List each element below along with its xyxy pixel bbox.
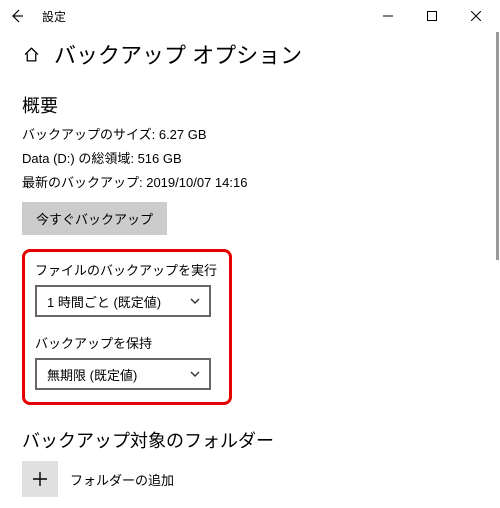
minimize-button[interactable] <box>366 1 410 31</box>
close-icon <box>471 11 481 21</box>
home-icon <box>23 46 40 63</box>
maximize-button[interactable] <box>410 1 454 31</box>
frequency-label: ファイルのバックアップを実行 <box>35 260 219 279</box>
frequency-value: 1 時間ごと (既定値) <box>47 292 161 311</box>
retention-label: バックアップを保持 <box>35 333 219 352</box>
last-backup-line: 最新のバックアップ: 2019/10/07 14:16 <box>22 172 478 191</box>
chevron-down-icon <box>189 368 201 380</box>
backup-now-button[interactable]: 今すぐバックアップ <box>22 202 167 235</box>
backup-size-line: バックアップのサイズ: 6.27 GB <box>22 124 478 143</box>
titlebar: 設定 <box>0 0 500 32</box>
add-folder-button[interactable] <box>22 461 58 497</box>
plus-icon <box>31 470 49 488</box>
window-title: 設定 <box>42 8 66 25</box>
overview-heading: 概要 <box>22 92 478 118</box>
back-button[interactable] <box>6 5 28 27</box>
drive-space-line: Data (D:) の総領域: 516 GB <box>22 148 478 167</box>
home-button[interactable] <box>22 45 40 63</box>
retention-value: 無期限 (既定値) <box>47 365 137 384</box>
frequency-dropdown[interactable]: 1 時間ごと (既定値) <box>35 285 211 317</box>
page-title: バックアップ オプション <box>54 38 302 70</box>
close-button[interactable] <box>454 1 498 31</box>
retention-dropdown[interactable]: 無期限 (既定値) <box>35 358 211 390</box>
chevron-down-icon <box>189 295 201 307</box>
content-area: バックアップ オプション 概要 バックアップのサイズ: 6.27 GB Data… <box>0 32 500 508</box>
minimize-icon <box>383 11 393 21</box>
maximize-icon <box>427 11 437 21</box>
highlight-annotation: ファイルのバックアップを実行 1 時間ごと (既定値) バックアップを保持 無期… <box>22 249 232 405</box>
scrollbar[interactable] <box>496 32 499 260</box>
arrow-left-icon <box>9 8 25 24</box>
add-folder-label: フォルダーの追加 <box>70 470 174 489</box>
folders-heading: バックアップ対象のフォルダー <box>22 427 478 453</box>
